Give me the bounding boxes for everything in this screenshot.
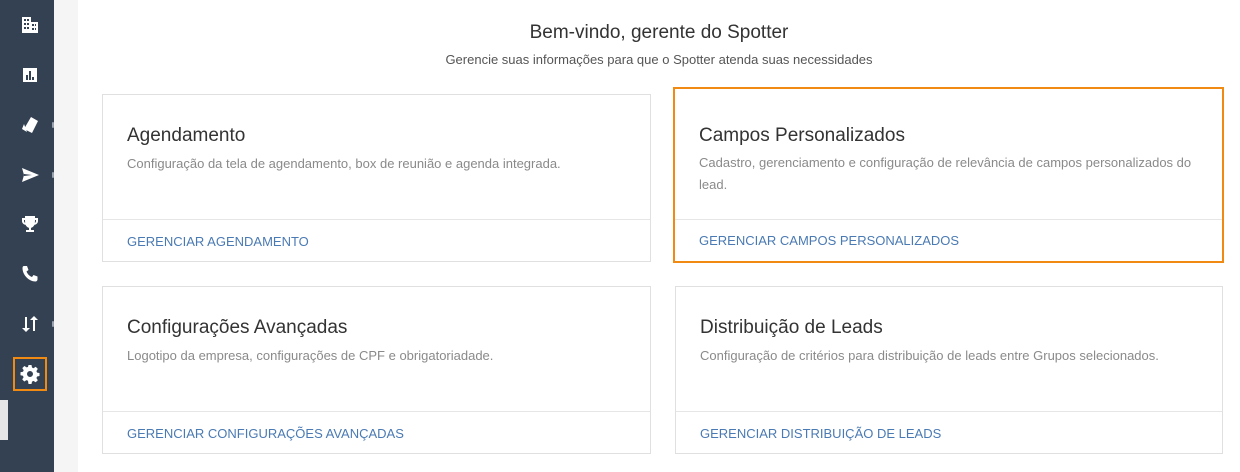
content-gutter — [54, 0, 78, 472]
manage-custom-fields-link[interactable]: GERENCIAR CAMPOS PERSONALIZADOS — [699, 233, 959, 248]
sidebar-item-phone[interactable] — [13, 257, 47, 291]
page-subtitle: Gerencie suas informações para que o Spo… — [445, 52, 873, 67]
phone-icon — [22, 266, 38, 282]
page-title: Bem-vindo, gerente do Spotter — [529, 22, 789, 43]
sidebar-item-transfer[interactable] — [13, 307, 47, 341]
card-divider — [676, 411, 1222, 412]
sidebar — [0, 0, 54, 472]
card-description: Logotipo da empresa, configurações de CP… — [127, 348, 494, 363]
tag-icon — [22, 117, 38, 133]
card-description: Cadastro, gerenciamento e configuração d… — [699, 155, 1192, 192]
card-title: Configurações Avançadas — [127, 317, 348, 338]
card-distribuicao-leads: Distribuição de Leads Configuração de cr… — [675, 286, 1223, 454]
card-agendamento: Agendamento Configuração da tela de agen… — [102, 94, 651, 262]
main-content: Bem-vindo, gerente do Spotter Gerencie s… — [78, 0, 1240, 472]
sidebar-item-building[interactable] — [13, 8, 47, 42]
sidebar-item-settings[interactable] — [13, 357, 47, 391]
manage-advanced-settings-link[interactable]: GERENCIAR CONFIGURAÇÕES AVANÇADAS — [127, 426, 404, 441]
card-divider — [103, 411, 650, 412]
manage-scheduling-link[interactable]: GERENCIAR AGENDAMENTO — [127, 234, 309, 249]
card-divider — [103, 219, 650, 220]
card-configuracoes-avancadas: Configurações Avançadas Logotipo da empr… — [102, 286, 651, 454]
card-description: Configuração de critérios para distribui… — [700, 348, 1159, 363]
sidebar-edge — [0, 400, 8, 440]
sidebar-item-send[interactable] — [13, 158, 47, 192]
report-icon — [23, 68, 37, 82]
card-campos-personalizados: Campos Personalizados Cadastro, gerencia… — [673, 87, 1224, 263]
card-title: Distribuição de Leads — [700, 317, 883, 338]
card-divider — [675, 219, 1222, 220]
gear-icon — [20, 365, 40, 384]
manage-lead-distribution-link[interactable]: GERENCIAR DISTRIBUIÇÃO DE LEADS — [700, 426, 941, 441]
building-icon — [22, 17, 38, 33]
card-title: Campos Personalizados — [699, 125, 905, 146]
card-description: Configuração da tela de agendamento, box… — [127, 156, 561, 171]
trophy-icon — [22, 216, 38, 232]
transfer-icon — [22, 316, 38, 332]
sidebar-item-report[interactable] — [13, 58, 47, 92]
sidebar-item-tag[interactable] — [13, 108, 47, 142]
card-title: Agendamento — [127, 125, 246, 146]
sidebar-item-trophy[interactable] — [13, 207, 47, 241]
send-icon — [22, 168, 39, 182]
